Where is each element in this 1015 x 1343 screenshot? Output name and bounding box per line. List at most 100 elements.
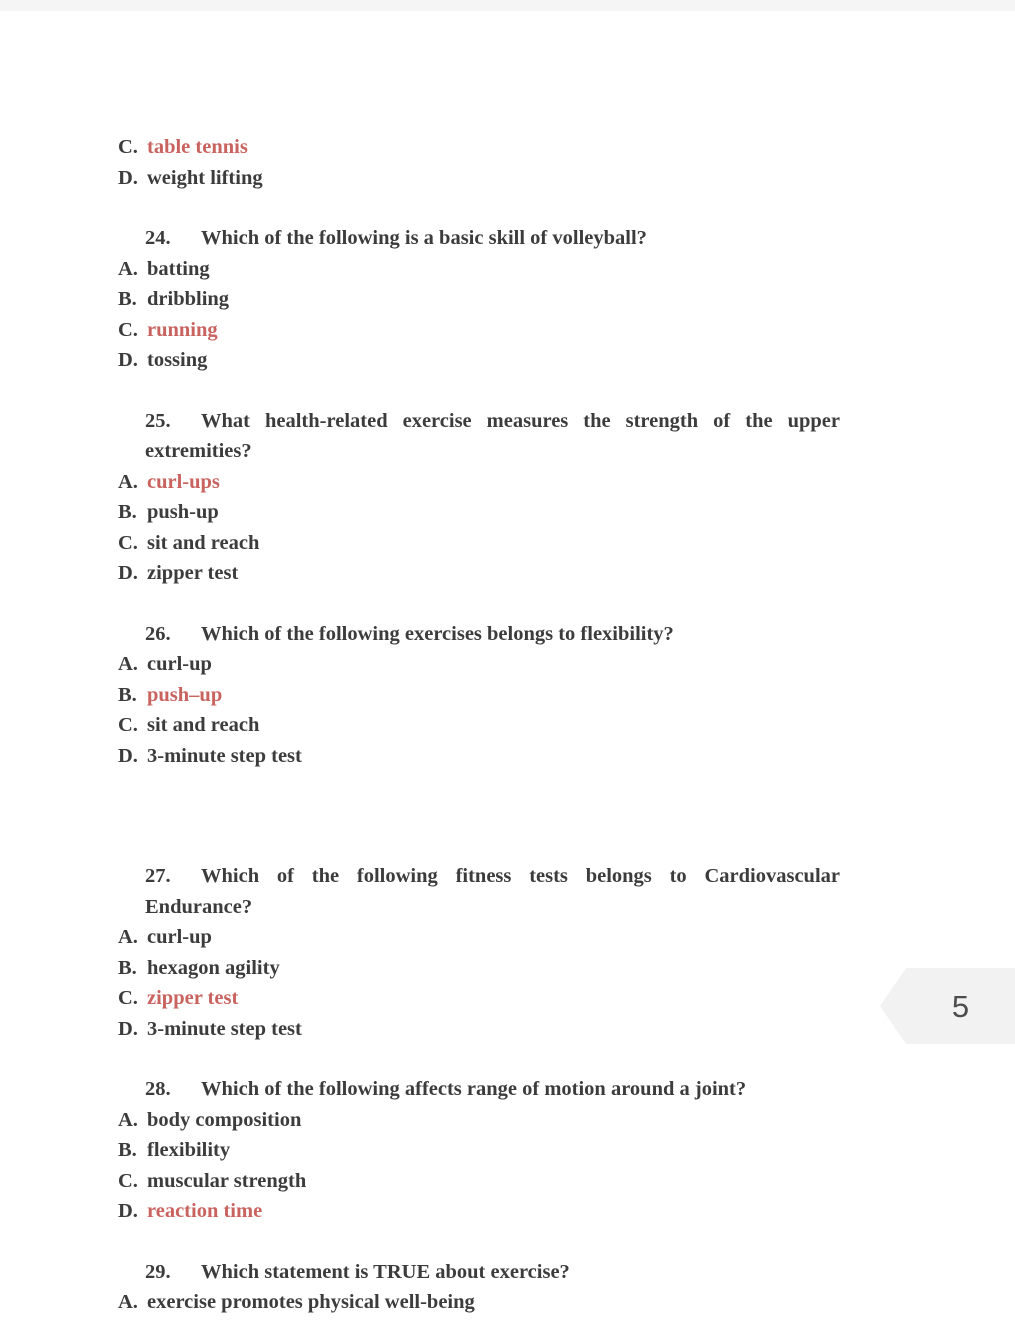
option-label: A. <box>118 653 138 675</box>
option-label: D. <box>118 562 138 584</box>
question-block: 24. Which of the following is a basic ski… <box>118 223 840 376</box>
top-gray-strip <box>0 0 1015 11</box>
question-prompt: Which statement is TRUE about exercise? <box>201 1260 570 1283</box>
page-number-value: 5 <box>951 988 970 1024</box>
option-label: B. <box>118 956 137 979</box>
answer-option[interactable]: D. zipper test <box>118 558 840 589</box>
answer-option[interactable]: D. tossing <box>118 345 840 376</box>
option-text: body composition <box>147 1108 302 1131</box>
question-prompt: What health-related exercise measures th… <box>145 409 840 463</box>
option-label: A. <box>118 926 138 948</box>
answer-option[interactable]: C. sit and reach <box>118 528 840 559</box>
question-number: 24. <box>145 227 171 249</box>
option-label: D. <box>118 1200 138 1222</box>
question-text: 28. Which of the following affects range … <box>118 1074 840 1105</box>
question-text: 25. What health-related exercise measures… <box>118 406 840 467</box>
option-label: D. <box>118 349 138 371</box>
question-number: 28. <box>145 1078 171 1100</box>
option-label: A. <box>118 1291 138 1313</box>
option-text: flexibility <box>147 1139 231 1161</box>
page-number-badge: 5 <box>880 968 1015 1044</box>
answer-option[interactable]: A. batting <box>118 254 840 285</box>
option-text: 3-minute step test <box>147 1017 302 1040</box>
answer-option[interactable]: B. push-up <box>118 497 840 528</box>
answer-option[interactable]: B. dribbling <box>118 284 840 315</box>
question-number: 29. <box>145 1260 171 1283</box>
option-text: sit and reach <box>147 714 260 736</box>
option-text-highlighted: table tennis <box>147 136 248 158</box>
question-prompt: Which of the following affects range of … <box>201 1078 747 1100</box>
answer-option[interactable]: B. push–up <box>118 680 840 711</box>
answer-option[interactable]: C. zipper test <box>118 983 840 1014</box>
answer-option[interactable]: D. 3-minute step test <box>118 1014 840 1045</box>
option-label: D. <box>118 166 138 189</box>
answer-option[interactable]: A. curl-ups <box>118 467 840 498</box>
option-text: weight lifting <box>147 166 263 189</box>
question-number: 25. <box>145 409 171 432</box>
option-text-highlighted: zipper test <box>147 987 239 1009</box>
option-label: C. <box>118 1169 138 1192</box>
question-block: 29. Which statement is TRUE about exercis… <box>118 1257 840 1318</box>
answer-option[interactable]: D. 3-minute step test <box>118 741 840 772</box>
option-label: A. <box>118 470 138 493</box>
option-label: B. <box>118 1139 137 1161</box>
answer-option[interactable]: C. table tennis <box>118 132 840 163</box>
option-text: dribbling <box>147 288 230 310</box>
option-label: C. <box>118 531 138 554</box>
question-prompt: Which of the following exercises belongs… <box>201 622 674 645</box>
option-label: D. <box>118 744 138 767</box>
option-text-highlighted: running <box>147 318 218 341</box>
option-text: hexagon agility <box>147 956 280 979</box>
option-text: curl-up <box>147 653 212 675</box>
option-label: C. <box>118 136 138 158</box>
answer-option[interactable]: A. body composition <box>118 1105 840 1136</box>
option-label: D. <box>118 1017 138 1040</box>
question-number: 27. <box>145 865 171 887</box>
question-text: 27. Which of the following fitness tests … <box>118 861 840 922</box>
option-text: exercise promotes physical well-being <box>147 1291 475 1313</box>
answer-option[interactable]: A. curl-up <box>118 649 840 680</box>
answer-option[interactable]: C. sit and reach <box>118 710 840 741</box>
answer-option[interactable]: B. flexibility <box>118 1135 840 1166</box>
option-label: C. <box>118 318 138 341</box>
option-label: A. <box>118 257 138 280</box>
answer-option[interactable]: A. exercise promotes physical well-being <box>118 1287 840 1318</box>
questions-container: 24. Which of the following is a basic ski… <box>118 223 840 1318</box>
option-text: curl-up <box>147 926 212 948</box>
answer-option[interactable]: D. weight lifting <box>118 163 840 194</box>
question-prompt: Which of the following is a basic skill … <box>201 227 647 249</box>
question-text: 26. Which of the following exercises belo… <box>118 619 840 650</box>
question-block: 26. Which of the following exercises belo… <box>118 619 840 772</box>
answer-option[interactable]: C. muscular strength <box>118 1166 840 1197</box>
document-page: C. table tennis D. weight lifting 24. Which … <box>0 11 1015 1343</box>
option-text-highlighted: reaction time <box>147 1200 263 1222</box>
question-block: 25. What health-related exercise measures… <box>118 406 840 589</box>
answer-option[interactable]: A. curl-up <box>118 922 840 953</box>
option-label: C. <box>118 714 138 736</box>
question-text: 29. Which statement is TRUE about exercis… <box>118 1257 840 1288</box>
option-label: B. <box>118 501 137 523</box>
option-text: sit and reach <box>147 531 260 554</box>
answer-option[interactable]: C. running <box>118 315 840 346</box>
option-label: A. <box>118 1108 138 1131</box>
question-block: 27. Which of the following fitness tests … <box>118 861 840 1044</box>
answer-option[interactable]: B. hexagon agility <box>118 953 840 984</box>
option-text-highlighted: curl-ups <box>147 470 220 493</box>
option-label: B. <box>118 683 137 706</box>
option-text: zipper test <box>147 562 239 584</box>
question-number: 26. <box>145 622 171 645</box>
answer-option[interactable]: D. reaction time <box>118 1196 840 1227</box>
question-text: 24. Which of the following is a basic ski… <box>118 223 840 254</box>
option-label: B. <box>118 288 137 310</box>
option-text-highlighted: push–up <box>147 683 223 706</box>
continued-options-group: C. table tennis D. weight lifting <box>118 132 840 193</box>
option-text: push-up <box>147 501 219 523</box>
option-text: 3-minute step test <box>147 744 302 767</box>
option-text: tossing <box>147 349 208 371</box>
document-body: C. table tennis D. weight lifting 24. Which … <box>118 132 840 1318</box>
question-block: 28. Which of the following affects range … <box>118 1074 840 1227</box>
option-label: C. <box>118 987 138 1009</box>
option-text: muscular strength <box>147 1169 307 1192</box>
question-prompt: Which of the following fitness tests bel… <box>145 865 840 918</box>
option-text: batting <box>147 257 210 280</box>
